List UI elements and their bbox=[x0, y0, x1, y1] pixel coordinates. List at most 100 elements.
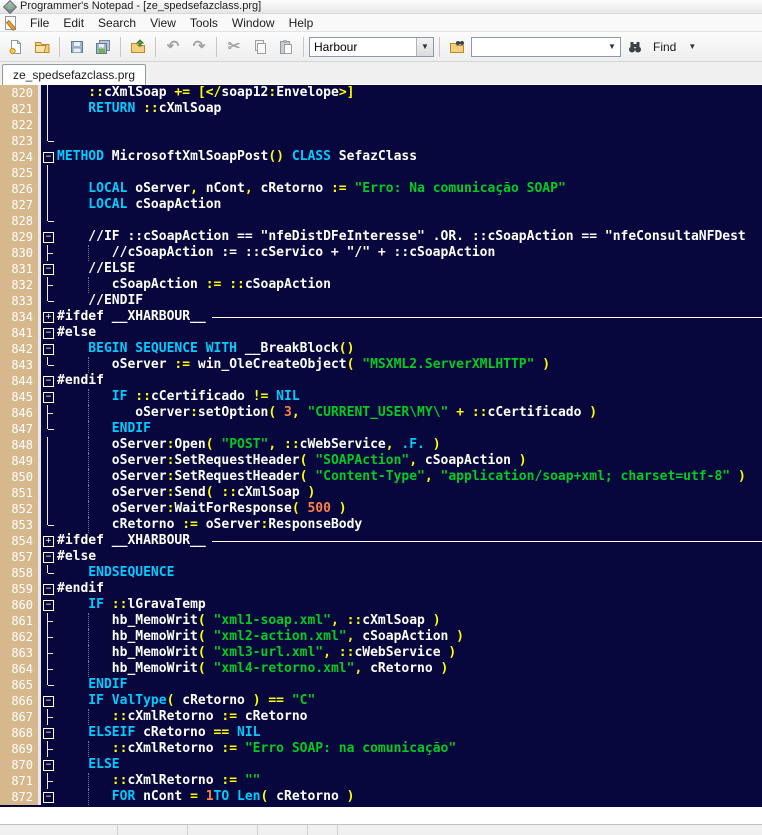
code-text[interactable]: oServer:Open( "POST", ::cWebService, .F.… bbox=[55, 437, 762, 453]
search-input[interactable]: ▼ bbox=[471, 37, 621, 57]
code-token: cRetorno bbox=[370, 661, 433, 677]
code-text[interactable]: LOCAL cSoapAction bbox=[55, 197, 762, 213]
code-text[interactable]: hb_MemoWrit( "xml2-action.xml", cSoapAct… bbox=[55, 629, 762, 645]
code-text[interactable]: IF ::cCertificado != NIL bbox=[55, 389, 762, 405]
undo-button[interactable]: ↶ bbox=[161, 35, 185, 59]
code-text[interactable] bbox=[55, 133, 762, 149]
line-number: 858 bbox=[0, 565, 38, 581]
menu-item-tools[interactable]: Tools bbox=[183, 15, 225, 31]
code-text[interactable]: oServer:SetRequestHeader( "Content-Type"… bbox=[55, 469, 762, 485]
fold-toggle-icon[interactable] bbox=[41, 373, 55, 389]
save-button[interactable] bbox=[65, 35, 89, 59]
fold-toggle-icon[interactable] bbox=[41, 533, 55, 549]
code-text[interactable]: //IF ::cSoapAction == "nfeDistDFeInteres… bbox=[55, 229, 762, 245]
tab-label: ze_spedsefazclass.prg bbox=[13, 68, 135, 82]
menu-item-search[interactable]: Search bbox=[91, 15, 143, 31]
horizontal-scrollbar-area[interactable] bbox=[0, 807, 762, 824]
code-text[interactable]: ENDIF bbox=[55, 421, 762, 437]
menu-item-edit[interactable]: Edit bbox=[56, 15, 91, 31]
find-dropdown-arrow-icon[interactable]: ▼ bbox=[688, 42, 696, 51]
tab-active[interactable]: ze_spedsefazclass.prg bbox=[2, 64, 146, 85]
code-line: 853 cRetorno := oServer:ResponseBody bbox=[0, 517, 762, 533]
find-button[interactable] bbox=[623, 35, 647, 59]
code-text[interactable]: cRetorno := oServer:ResponseBody bbox=[55, 517, 762, 533]
code-text[interactable]: ENDSEQUENCE bbox=[55, 565, 762, 581]
code-text[interactable]: cSoapAction := ::cSoapAction bbox=[55, 277, 762, 293]
save-all-button[interactable] bbox=[91, 35, 115, 59]
code-text[interactable]: ELSE bbox=[55, 757, 762, 773]
fold-toggle-icon[interactable] bbox=[41, 549, 55, 565]
code-text[interactable]: hb_MemoWrit( "xml3-url.xml", ::cWebServi… bbox=[55, 645, 762, 661]
code-area[interactable]: 820 ::cXmlSoap += [</soap12:Envelope>]82… bbox=[0, 85, 762, 805]
code-text[interactable]: IF ::lGravaTemp bbox=[55, 597, 762, 613]
code-text[interactable]: ELSEIF cRetorno == NIL bbox=[55, 725, 762, 741]
fold-line bbox=[41, 645, 55, 661]
code-text[interactable] bbox=[55, 165, 762, 181]
code-editor[interactable]: 820 ::cXmlSoap += [</soap12:Envelope>]82… bbox=[0, 85, 762, 807]
line-number: 872 bbox=[0, 789, 38, 805]
fold-toggle-icon[interactable] bbox=[41, 309, 55, 325]
code-text[interactable]: oServer:SetRequestHeader( "SOAPAction", … bbox=[55, 453, 762, 469]
code-line: 857#else bbox=[0, 549, 762, 565]
menu-item-window[interactable]: Window bbox=[225, 15, 282, 31]
code-text[interactable]: oServer:setOption( 3, "CURRENT_USER\MY\"… bbox=[55, 405, 762, 421]
code-text[interactable]: //cSoapAction := ::cServico + "/" + ::cS… bbox=[55, 245, 762, 261]
code-text[interactable]: METHOD MicrosoftXmlSoapPost() CLASS Sefa… bbox=[55, 149, 762, 165]
code-token: CLASS bbox=[284, 149, 339, 165]
code-text[interactable]: ::cXmlRetorno := "" bbox=[55, 773, 762, 789]
code-text[interactable]: //ELSE bbox=[55, 261, 762, 277]
fold-toggle-icon[interactable] bbox=[41, 149, 55, 165]
code-text[interactable]: oServer:Send( ::cXmlSoap ) bbox=[55, 485, 762, 501]
code-text[interactable]: oServer := win_OleCreateObject( "MSXML2.… bbox=[55, 357, 762, 373]
fold-toggle-icon[interactable] bbox=[41, 261, 55, 277]
code-text[interactable]: FOR nCont = 1TO Len( cRetorno ) bbox=[55, 789, 762, 805]
code-token: ) bbox=[433, 661, 449, 677]
code-token: , bbox=[425, 469, 441, 485]
cut-button[interactable]: ✂ bbox=[222, 35, 246, 59]
fold-toggle-icon[interactable] bbox=[41, 325, 55, 341]
code-text[interactable] bbox=[55, 213, 762, 229]
fold-toggle-icon[interactable] bbox=[41, 693, 55, 709]
code-text[interactable] bbox=[55, 117, 762, 133]
code-text[interactable]: hb_MemoWrit( "xml1-soap.xml", ::cXmlSoap… bbox=[55, 613, 762, 629]
code-text[interactable]: RETURN ::cXmlSoap bbox=[55, 101, 762, 117]
code-text[interactable]: ::cXmlRetorno := "Erro SOAP: na comunica… bbox=[55, 741, 762, 757]
open-project-button[interactable] bbox=[126, 35, 150, 59]
paste-button[interactable] bbox=[274, 35, 298, 59]
fold-toggle-icon[interactable] bbox=[41, 229, 55, 245]
code-text[interactable]: ::cXmlRetorno := cRetorno bbox=[55, 709, 762, 725]
code-text[interactable]: hb_MemoWrit( "xml4-retorno.xml", cRetorn… bbox=[55, 661, 762, 677]
fold-toggle-icon[interactable] bbox=[41, 757, 55, 773]
open-file-button[interactable] bbox=[30, 35, 54, 59]
fold-toggle-icon[interactable] bbox=[41, 789, 55, 805]
code-text[interactable]: #endif bbox=[55, 373, 762, 389]
code-text[interactable]: #endif bbox=[55, 581, 762, 597]
find-label[interactable]: Find bbox=[653, 40, 676, 54]
code-text[interactable]: //ENDIF bbox=[55, 293, 762, 309]
new-document-button[interactable] bbox=[4, 35, 28, 59]
fold-toggle-icon[interactable] bbox=[41, 341, 55, 357]
menu-item-help[interactable]: Help bbox=[282, 15, 321, 31]
code-text[interactable]: #else bbox=[55, 549, 762, 565]
code-text[interactable]: oServer:WaitForResponse( 500 ) bbox=[55, 501, 762, 517]
menu-item-file[interactable]: File bbox=[23, 15, 56, 31]
fold-toggle-icon[interactable] bbox=[41, 581, 55, 597]
fold-toggle-icon[interactable] bbox=[41, 725, 55, 741]
code-text[interactable]: #ifdef __XHARBOUR__ bbox=[55, 309, 762, 325]
code-text[interactable]: ::cXmlSoap += [</soap12:Envelope>] bbox=[55, 85, 762, 101]
redo-button[interactable]: ↷ bbox=[187, 35, 211, 59]
code-text[interactable]: BEGIN SEQUENCE WITH __BreakBlock() bbox=[55, 341, 762, 357]
code-token: 1 bbox=[206, 789, 214, 805]
fold-toggle-icon[interactable] bbox=[41, 389, 55, 405]
copy-button[interactable] bbox=[248, 35, 272, 59]
code-text[interactable]: ENDIF bbox=[55, 677, 762, 693]
scheme-select[interactable]: Harbour ▼ bbox=[309, 37, 434, 57]
code-text[interactable]: #else bbox=[55, 325, 762, 341]
code-text[interactable]: IF ValType( cRetorno ) == "C" bbox=[55, 693, 762, 709]
menu-item-view[interactable]: View bbox=[143, 15, 183, 31]
code-text[interactable]: LOCAL oServer, nCont, cRetorno := "Erro:… bbox=[55, 181, 762, 197]
line-number: 824 bbox=[0, 149, 38, 165]
fold-toggle-icon[interactable] bbox=[41, 597, 55, 613]
code-text[interactable]: #ifdef __XHARBOUR__ bbox=[55, 533, 762, 549]
find-in-files-button[interactable] bbox=[445, 35, 469, 59]
